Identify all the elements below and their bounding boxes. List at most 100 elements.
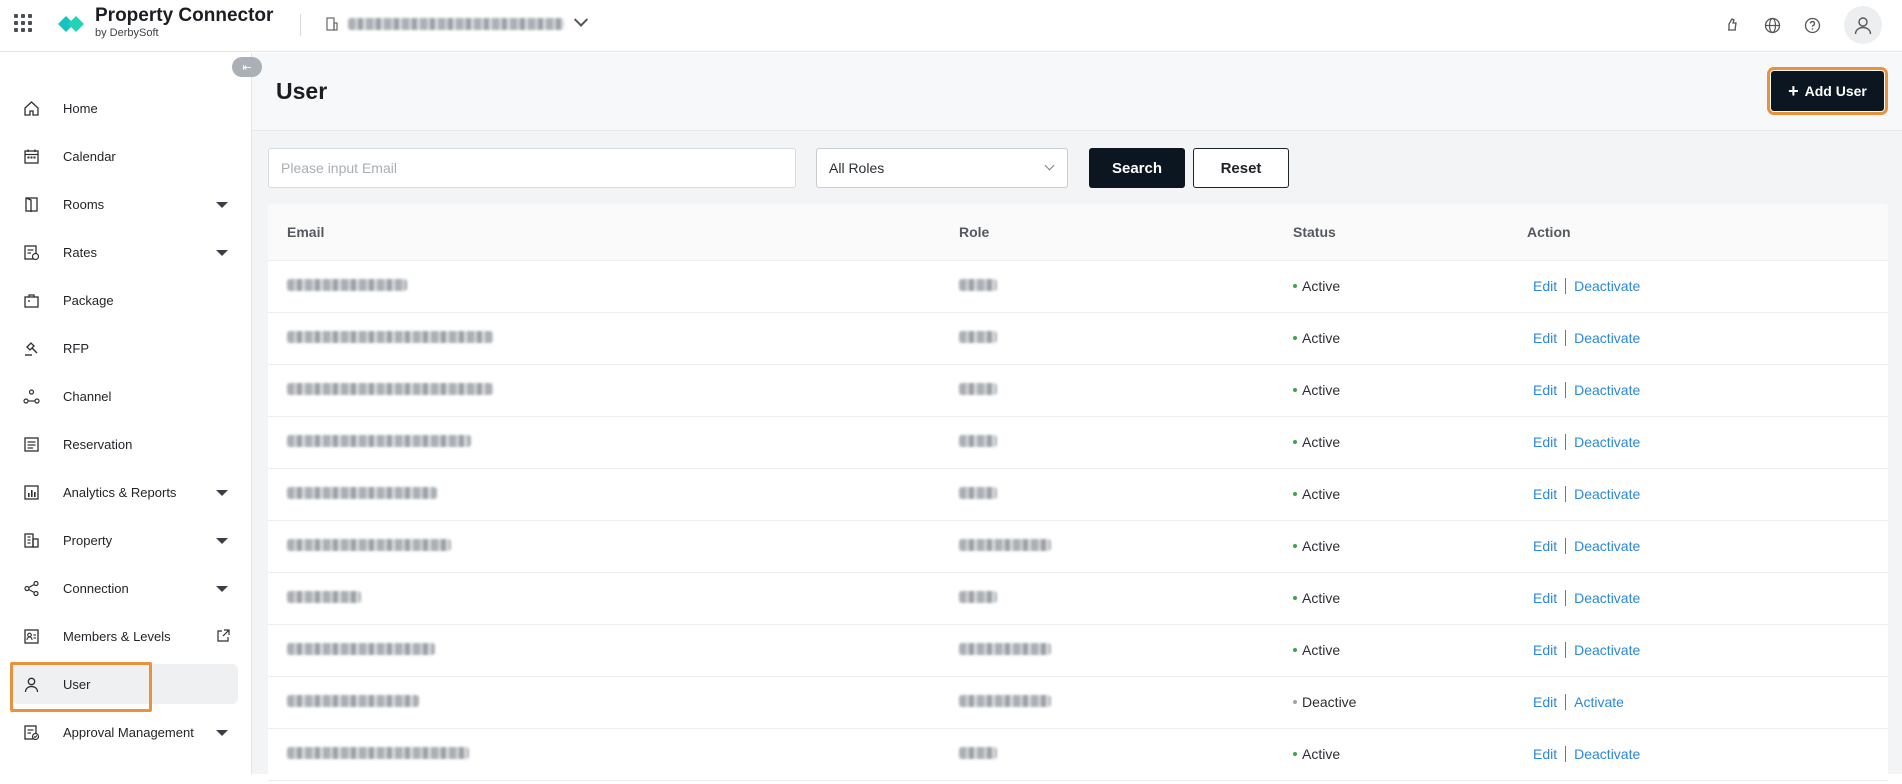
status-cell: Active [1274,260,1508,313]
action-separator [1565,538,1567,554]
add-user-label: Add User [1804,83,1867,99]
role-select-value: All Roles [829,160,885,176]
brand[interactable]: Property Connector by DerbySoft [95,5,273,40]
role-redacted [959,487,997,499]
sidebar-item-user[interactable]: User [10,662,238,712]
sidebar-item-label: Connection [63,580,129,596]
status-text: Active [1302,278,1341,294]
sidebar-item-label: Members & Levels [63,628,171,644]
role-cell [940,364,1274,417]
edit-link[interactable]: Edit [1533,330,1557,346]
sidebar-item-home[interactable]: Home [12,88,238,128]
email-cell [268,728,940,781]
status-text: Active [1302,382,1341,398]
analytics-icon [22,483,40,501]
edit-link[interactable]: Edit [1533,278,1557,294]
sidebar-item-channel[interactable]: Channel [12,376,238,416]
property-name-redacted [348,18,564,30]
deactivate-link[interactable]: Deactivate [1574,746,1640,762]
role-cell [940,520,1274,573]
deactivate-link[interactable]: Deactivate [1574,330,1640,346]
table-row: Active Edit Deactivate [268,312,1888,365]
edit-link[interactable]: Edit [1533,538,1557,554]
sidebar-item-rates[interactable]: Rates [12,232,238,272]
sidebar-item-rooms[interactable]: Rooms [12,184,238,224]
top-bar: Property Connector by DerbySoft [0,0,1902,52]
email-cell [268,260,940,313]
sidebar-item-property[interactable]: Property [12,520,238,560]
notification-icon[interactable] [1722,15,1742,35]
status-text: Active [1302,538,1341,554]
brand-title: Property Connector [95,5,274,26]
apps-grid-icon[interactable] [14,14,32,32]
add-user-button[interactable]: + Add User [1767,67,1888,115]
sidebar-item-analytics-reports[interactable]: Analytics & Reports [12,472,238,512]
plus-icon: + [1788,81,1799,101]
edit-link[interactable]: Edit [1533,382,1557,398]
user-avatar-icon[interactable] [1844,6,1882,44]
action-cell: Edit Deactivate [1508,364,1888,417]
email-cell [268,468,940,521]
sidebar-item-label: Calendar [63,148,116,164]
edit-link[interactable]: Edit [1533,434,1557,450]
deactivate-link[interactable]: Deactivate [1574,590,1640,606]
edit-link[interactable]: Edit [1533,642,1557,658]
role-redacted [959,591,997,603]
email-cell [268,520,940,573]
sidebar-item-reservation[interactable]: Reservation [12,424,238,464]
property-selector[interactable] [326,12,589,35]
building-icon [326,17,338,31]
deactivate-link[interactable]: Deactivate [1574,538,1640,554]
action-cell: Edit Deactivate [1508,312,1888,365]
search-button[interactable]: Search [1089,148,1185,188]
activate-link[interactable]: Activate [1574,694,1624,710]
gavel-icon [22,339,40,357]
deactivate-link[interactable]: Deactivate [1574,486,1640,502]
edit-link[interactable]: Edit [1533,590,1557,606]
filter-bar: All Roles Search Reset [268,148,1289,188]
action-separator [1565,642,1567,658]
email-redacted [287,695,419,707]
deactivate-link[interactable]: Deactivate [1574,278,1640,294]
email-redacted [287,435,471,447]
email-cell [268,312,940,365]
edit-link[interactable]: Edit [1533,746,1557,762]
chevron-down-icon [1044,160,1055,171]
status-cell: Active [1274,312,1508,365]
sidebar-item-label: Rates [63,244,97,260]
email-redacted [287,539,451,551]
sidebar-item-calendar[interactable]: Calendar [12,136,238,176]
deactivate-link[interactable]: Deactivate [1574,642,1640,658]
table-row: Active Edit Deactivate [268,364,1888,417]
status-dot [1293,440,1297,444]
globe-icon[interactable] [1762,15,1782,35]
sidebar-item-approval-management[interactable]: Approval Management [12,712,238,752]
caret-down-icon [216,586,228,592]
caret-down-icon [216,250,228,256]
sidebar-item-connection[interactable]: Connection [12,568,238,608]
sidebar-item-label: Approval Management [63,724,194,740]
sidebar-item-label: Package [63,292,114,308]
header-email: Email [268,204,940,261]
help-icon[interactable] [1802,15,1822,35]
header-role: Role [940,204,1274,261]
email-search-input[interactable] [268,148,796,188]
table-body: Active Edit Deactivate Active Edit Deactivate… [268,260,1888,781]
sidebar-item-package[interactable]: Package [12,280,238,320]
reset-button[interactable]: Reset [1193,148,1289,188]
action-cell: Edit Deactivate [1508,468,1888,521]
deactivate-link[interactable]: Deactivate [1574,434,1640,450]
role-cell [940,728,1274,781]
edit-link[interactable]: Edit [1533,486,1557,502]
email-cell [268,676,940,729]
sidebar-item-rfp[interactable]: RFP [12,328,238,368]
status-cell: Active [1274,364,1508,417]
deactivate-link[interactable]: Deactivate [1574,382,1640,398]
sidebar-item-label: Channel [63,388,112,404]
collapse-sidebar-button[interactable]: ⇤ [232,57,262,77]
edit-link[interactable]: Edit [1533,694,1557,710]
sidebar: ⇤ Home Calendar Rooms Rates Package RFP [0,53,262,774]
sidebar-item-members-levels[interactable]: Members & Levels [12,616,238,656]
role-select[interactable]: All Roles [816,148,1068,188]
email-redacted [287,487,437,499]
